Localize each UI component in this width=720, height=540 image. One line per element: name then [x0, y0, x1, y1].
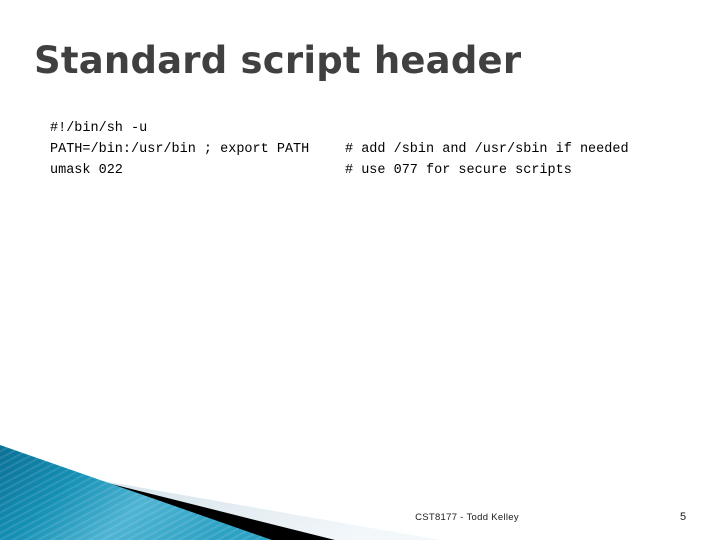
- black-stripe: [0, 456, 335, 540]
- decorative-corner-graphic: [0, 430, 720, 540]
- page-number: 5: [680, 511, 687, 523]
- code-block: #!/bin/sh -u PATH=/bin:/usr/bin ; export…: [50, 118, 670, 181]
- slide-canvas: Standard script header #!/bin/sh -u PATH…: [0, 0, 720, 540]
- code-line-comment: # use 077 for secure scripts: [345, 163, 572, 178]
- code-line: #!/bin/sh -u: [50, 118, 670, 139]
- code-line-comment: # add /sbin and /usr/sbin if needed: [345, 142, 629, 157]
- teal-wedge: [0, 445, 272, 540]
- teal-wedge-texture: [0, 445, 272, 540]
- page-title: Standard script header: [34, 39, 522, 82]
- code-line-command: umask 022: [50, 163, 123, 178]
- pale-wedge: [0, 463, 440, 540]
- code-line: umask 022 # use 077 for secure scripts: [50, 160, 670, 181]
- code-line-command: #!/bin/sh -u: [50, 121, 148, 136]
- footer-course-label: CST8177 - Todd Kelley: [415, 512, 519, 523]
- code-line: PATH=/bin:/usr/bin ; export PATH # add /…: [50, 139, 670, 160]
- code-line-command: PATH=/bin:/usr/bin ; export PATH: [50, 142, 310, 157]
